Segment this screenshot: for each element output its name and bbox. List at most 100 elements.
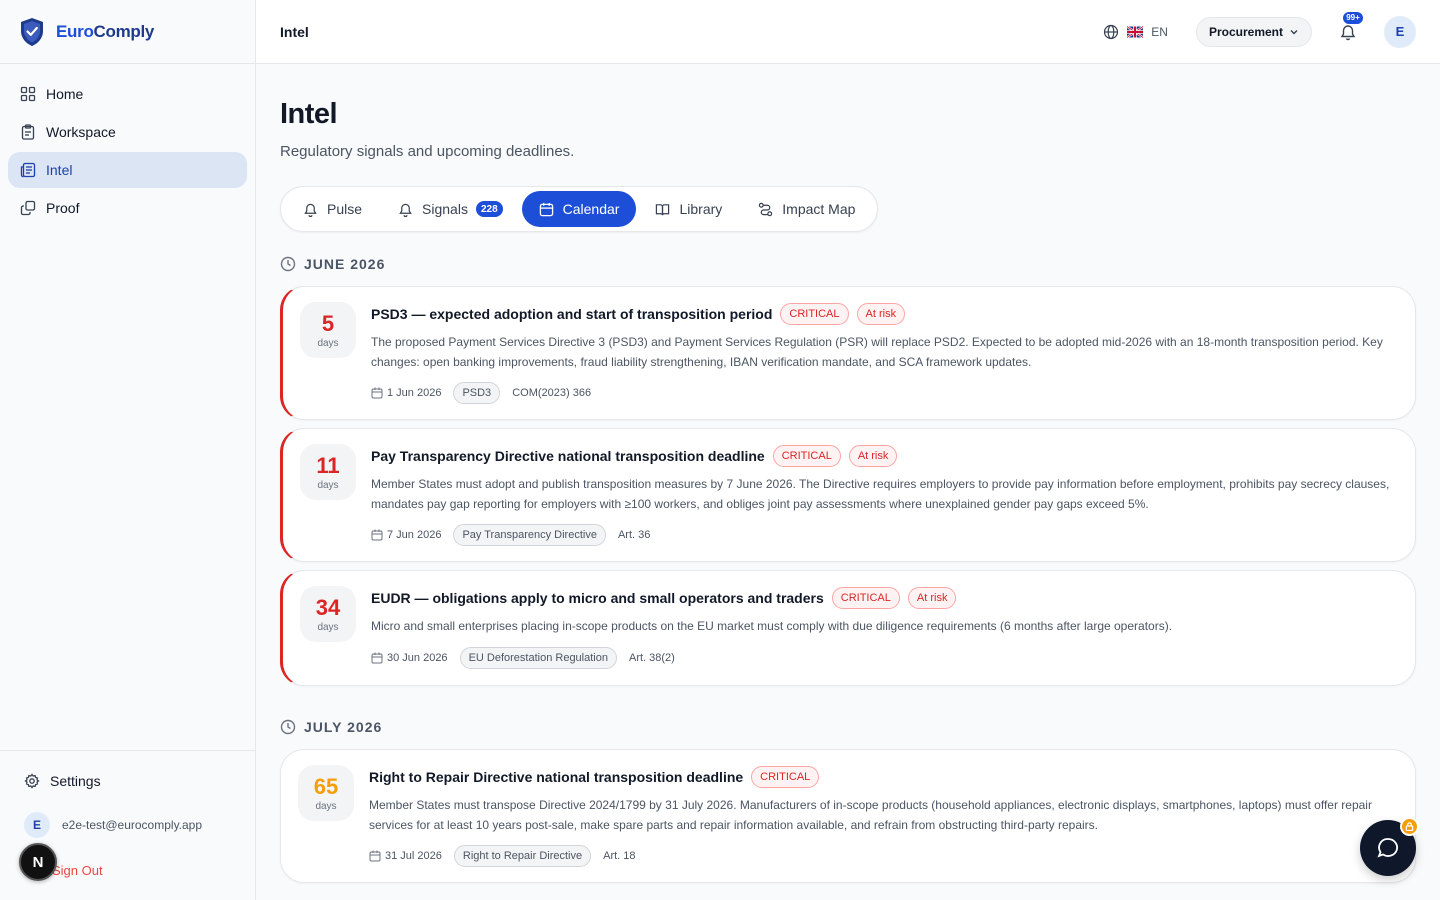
days-count: 34 bbox=[315, 594, 341, 620]
deadline-card[interactable]: 34 days EUDR — obligations apply to micr… bbox=[280, 570, 1416, 686]
days-label: days bbox=[317, 479, 339, 491]
calendar-icon bbox=[371, 652, 383, 663]
days-remaining: 34 days bbox=[300, 586, 356, 642]
tab-label: Library bbox=[679, 201, 723, 217]
top-header: Intel EN Procurement 99+ E bbox=[256, 0, 1440, 64]
days-count: 5 bbox=[321, 310, 335, 336]
days-remaining: 11 days bbox=[300, 444, 356, 500]
days-count: 11 bbox=[316, 452, 340, 478]
role-label: Procurement bbox=[1208, 24, 1283, 39]
main-content: Intel Regulatory signals and upcoming de… bbox=[280, 64, 1416, 900]
sidebar-item-proof[interactable]: Proof bbox=[8, 190, 247, 226]
sign-out-button[interactable]: Sign Out bbox=[52, 863, 103, 878]
days-remaining: 65 days bbox=[298, 765, 354, 821]
sidebar-item-label: Proof bbox=[46, 200, 80, 216]
tab-impact-map[interactable]: Impact Map bbox=[741, 191, 872, 227]
user-email: e2e-test@eurocomply.app bbox=[62, 818, 203, 832]
article-reference: COM(2023) 366 bbox=[512, 387, 592, 399]
article-reference: Art. 18 bbox=[603, 850, 636, 862]
deadline-card[interactable]: 11 days Pay Transparency Directive natio… bbox=[280, 428, 1416, 562]
tab-label: Impact Map bbox=[782, 201, 856, 217]
tab-signals[interactable]: Signals 228 bbox=[381, 191, 520, 227]
language-code: EN bbox=[1151, 24, 1168, 39]
severity-badge: CRITICAL bbox=[831, 587, 900, 609]
avatar: E bbox=[24, 812, 50, 838]
bell-icon bbox=[304, 203, 317, 217]
dev-tools-badge[interactable]: N bbox=[19, 843, 57, 881]
calendar-icon bbox=[371, 387, 383, 399]
month-label: JULY 2026 bbox=[304, 719, 383, 735]
deadline-title: Pay Transparency Directive national tran… bbox=[371, 448, 765, 464]
copy-icon bbox=[20, 200, 36, 216]
settings-label: Settings bbox=[50, 773, 101, 789]
notifications-button[interactable]: 99+ bbox=[1336, 10, 1364, 44]
brand-name: EuroComply bbox=[56, 22, 154, 42]
tab-label: Calendar bbox=[562, 201, 620, 217]
deadline-description: Member States must adopt and publish tra… bbox=[371, 477, 1390, 511]
lock-icon bbox=[1400, 817, 1419, 836]
page-subtitle: Regulatory signals and upcoming deadline… bbox=[280, 143, 575, 160]
lock-glyph-icon bbox=[1405, 822, 1414, 831]
header-actions: EN Procurement 99+ E bbox=[1103, 10, 1416, 48]
tab-calendar[interactable]: Calendar bbox=[521, 191, 637, 227]
calendar-icon bbox=[369, 850, 381, 862]
globe-icon bbox=[1104, 24, 1119, 39]
regulation-tag[interactable]: Pay Transparency Directive bbox=[453, 524, 606, 546]
tab-library[interactable]: Library bbox=[638, 191, 739, 227]
deadline-card[interactable]: 65 days Right to Repair Directive nation… bbox=[280, 749, 1416, 883]
role-selector[interactable]: Procurement bbox=[1195, 16, 1312, 47]
book-open-icon bbox=[656, 203, 670, 215]
regulation-tag[interactable]: Right to Repair Directive bbox=[453, 845, 592, 867]
deadline-title: PSD3 — expected adoption and start of tr… bbox=[371, 306, 773, 322]
page-title: Intel bbox=[280, 98, 338, 130]
chat-bubble-icon bbox=[1377, 838, 1398, 858]
sidebar-item-home[interactable]: Home bbox=[8, 76, 247, 112]
deadline-date: 7 Jun 2026 bbox=[387, 529, 442, 541]
notifications-count-badge: 99+ bbox=[1342, 10, 1364, 25]
clipboard-icon bbox=[21, 124, 35, 140]
deadline-card[interactable]: 5 days PSD3 — expected adoption and star… bbox=[280, 286, 1416, 420]
days-label: days bbox=[317, 337, 339, 349]
sidebar-item-workspace[interactable]: Workspace bbox=[8, 114, 247, 150]
severity-badge: CRITICAL bbox=[751, 766, 820, 788]
bell-icon bbox=[1340, 24, 1356, 40]
severity-badge: CRITICAL bbox=[780, 303, 849, 325]
deadline-date: 1 Jun 2026 bbox=[387, 387, 442, 399]
deadline-title: Right to Repair Directive national trans… bbox=[369, 769, 744, 785]
clock-icon bbox=[280, 719, 296, 735]
language-selector[interactable]: EN bbox=[1103, 24, 1168, 40]
deadline-title: EUDR — obligations apply to micro and sm… bbox=[371, 590, 824, 606]
newspaper-icon bbox=[20, 162, 36, 178]
header-title: Intel bbox=[280, 23, 309, 40]
route-icon bbox=[759, 202, 773, 216]
calendar-icon bbox=[539, 202, 553, 216]
days-label: days bbox=[317, 621, 339, 633]
days-remaining: 5 days bbox=[300, 302, 356, 358]
tab-label: Pulse bbox=[327, 201, 363, 217]
chevron-down-icon bbox=[1290, 29, 1298, 34]
sidebar-item-label: Workspace bbox=[46, 124, 116, 140]
user-profile[interactable]: E e2e-test@eurocomply.app bbox=[12, 807, 243, 843]
deadline-date: 31 Jul 2026 bbox=[385, 850, 442, 862]
brand-name-part1: Euro bbox=[56, 21, 94, 41]
sidebar-item-settings[interactable]: Settings bbox=[12, 763, 243, 799]
month-label: JUNE 2026 bbox=[304, 256, 386, 272]
month-heading: JUNE 2026 bbox=[280, 256, 385, 272]
regulation-tag[interactable]: PSD3 bbox=[453, 382, 501, 404]
gear-icon bbox=[24, 773, 40, 789]
sidebar-item-label: Home bbox=[46, 86, 84, 102]
avatar[interactable]: E bbox=[1384, 15, 1416, 48]
regulation-tag[interactable]: EU Deforestation Regulation bbox=[459, 646, 617, 669]
brand[interactable]: EuroComply bbox=[0, 0, 255, 64]
month-heading: JULY 2026 bbox=[280, 719, 382, 735]
article-reference: Art. 36 bbox=[617, 529, 651, 541]
signals-count-badge: 228 bbox=[475, 201, 503, 217]
sidebar-item-intel[interactable]: Intel bbox=[8, 152, 247, 188]
tab-label: Signals bbox=[422, 201, 468, 217]
tab-pulse[interactable]: Pulse bbox=[286, 191, 379, 227]
deadline-description: The proposed Payment Services Directive … bbox=[371, 335, 1383, 369]
severity-badge: CRITICAL bbox=[772, 445, 841, 467]
calendar-icon bbox=[371, 529, 383, 541]
intel-tabs: Pulse Signals 228 Calendar Library Impac… bbox=[280, 186, 879, 232]
days-count: 65 bbox=[313, 773, 339, 799]
